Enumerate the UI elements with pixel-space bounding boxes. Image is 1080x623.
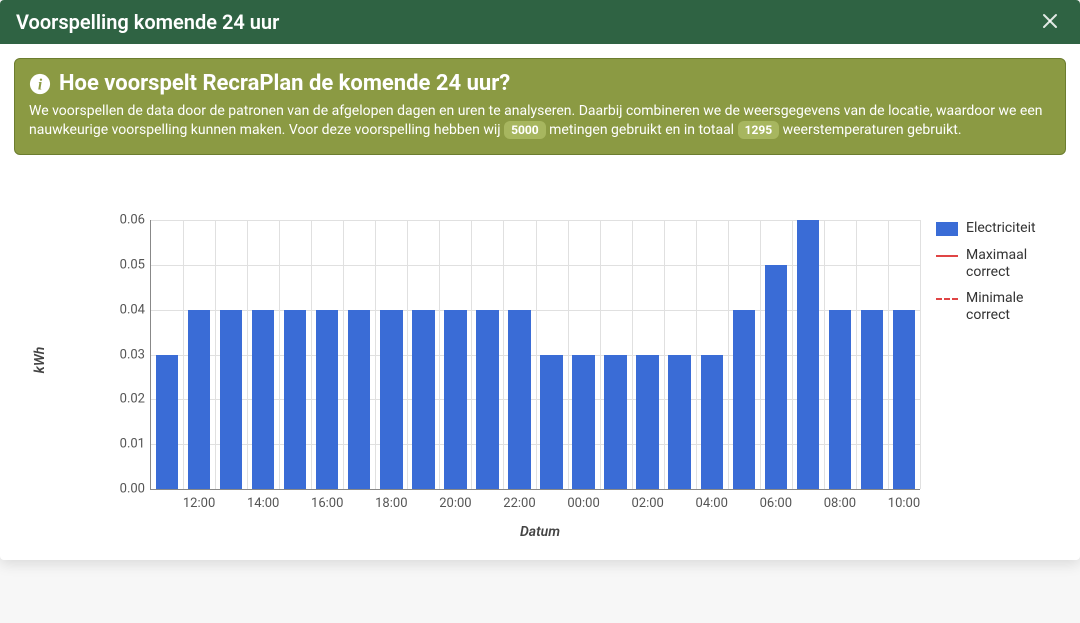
legend-label-electricity: Electriciteit (966, 220, 1036, 237)
x-tick-label: 22:00 (503, 496, 535, 511)
x-tick-label: 06:00 (760, 496, 792, 511)
bar[interactable] (220, 310, 242, 489)
temperatures-count-badge: 1295 (738, 121, 780, 139)
legend-swatch-electricity (936, 222, 958, 236)
plot-region[interactable]: 0.000.010.020.030.040.050.0612:0014:0016… (150, 220, 920, 490)
info-heading: i Hoe voorspelt RecraPlan de komende 24 … (29, 71, 1051, 96)
x-tick-label: 04:00 (696, 496, 728, 511)
bar[interactable] (572, 355, 594, 490)
bar[interactable] (444, 310, 466, 489)
close-icon[interactable] (1036, 10, 1064, 34)
bar[interactable] (733, 310, 755, 489)
modal-title: Voorspelling komende 24 uur (16, 10, 279, 34)
bar[interactable] (797, 220, 819, 489)
legend-item-electricity[interactable]: Electriciteit (936, 220, 1066, 237)
bar[interactable] (701, 355, 723, 490)
info-panel: i Hoe voorspelt RecraPlan de komende 24 … (14, 58, 1066, 155)
bar[interactable] (412, 310, 434, 489)
y-tick-label: 0.00 (101, 482, 145, 497)
legend-swatch-min (936, 292, 958, 306)
x-tick-label: 16:00 (311, 496, 343, 511)
modal-header: Voorspelling komende 24 uur (0, 0, 1080, 44)
bar[interactable] (252, 310, 274, 489)
bar[interactable] (829, 310, 851, 489)
y-tick-label: 0.04 (101, 302, 145, 317)
y-tick-label: 0.03 (101, 347, 145, 362)
bar[interactable] (188, 310, 210, 489)
x-tick-label: 10:00 (888, 496, 920, 511)
y-axis-title: kWh (32, 347, 48, 374)
svg-text:i: i (38, 76, 43, 93)
legend: Electriciteit Maximaal correct Minimale … (936, 220, 1066, 334)
bar[interactable] (636, 355, 658, 490)
bar[interactable] (893, 310, 915, 489)
legend-item-min-correct[interactable]: Minimale correct (936, 290, 1066, 324)
y-tick-label: 0.06 (101, 213, 145, 228)
y-tick-label: 0.02 (101, 392, 145, 407)
x-tick-label: 00:00 (567, 496, 599, 511)
bar[interactable] (316, 310, 338, 489)
chart-area: kWh Datum 0.000.010.020.030.040.050.0612… (0, 180, 1080, 540)
legend-label-max: Maximaal correct (966, 247, 1066, 281)
bar[interactable] (668, 355, 690, 490)
x-tick-label: 02:00 (631, 496, 663, 511)
bar[interactable] (476, 310, 498, 489)
bar[interactable] (604, 355, 626, 490)
modal-card: Voorspelling komende 24 uur i Hoe voorsp… (0, 0, 1080, 560)
x-axis-title: Datum (520, 524, 560, 540)
info-body: We voorspellen de data door de patronen … (29, 102, 1051, 140)
bar[interactable] (765, 265, 787, 489)
info-heading-text: Hoe voorspelt RecraPlan de komende 24 uu… (59, 71, 510, 96)
bar[interactable] (540, 355, 562, 490)
bar[interactable] (284, 310, 306, 489)
legend-label-min: Minimale correct (966, 290, 1066, 324)
measurements-count-badge: 5000 (504, 121, 546, 139)
info-text-2: metingen gebruikt en in totaal (549, 122, 737, 138)
y-tick-label: 0.05 (101, 257, 145, 272)
legend-swatch-max (936, 249, 958, 263)
y-tick-label: 0.01 (101, 437, 145, 452)
x-tick-label: 14:00 (247, 496, 279, 511)
bar[interactable] (156, 355, 178, 490)
bar[interactable] (508, 310, 530, 489)
bar[interactable] (861, 310, 883, 489)
bar[interactable] (348, 310, 370, 489)
info-icon: i (29, 73, 51, 95)
x-tick-label: 08:00 (824, 496, 856, 511)
x-tick-label: 20:00 (439, 496, 471, 511)
legend-item-max-correct[interactable]: Maximaal correct (936, 247, 1066, 281)
x-tick-label: 18:00 (375, 496, 407, 511)
bar[interactable] (380, 310, 402, 489)
x-tick-label: 12:00 (183, 496, 215, 511)
info-text-3: weerstemperaturen gebruikt. (783, 122, 962, 138)
